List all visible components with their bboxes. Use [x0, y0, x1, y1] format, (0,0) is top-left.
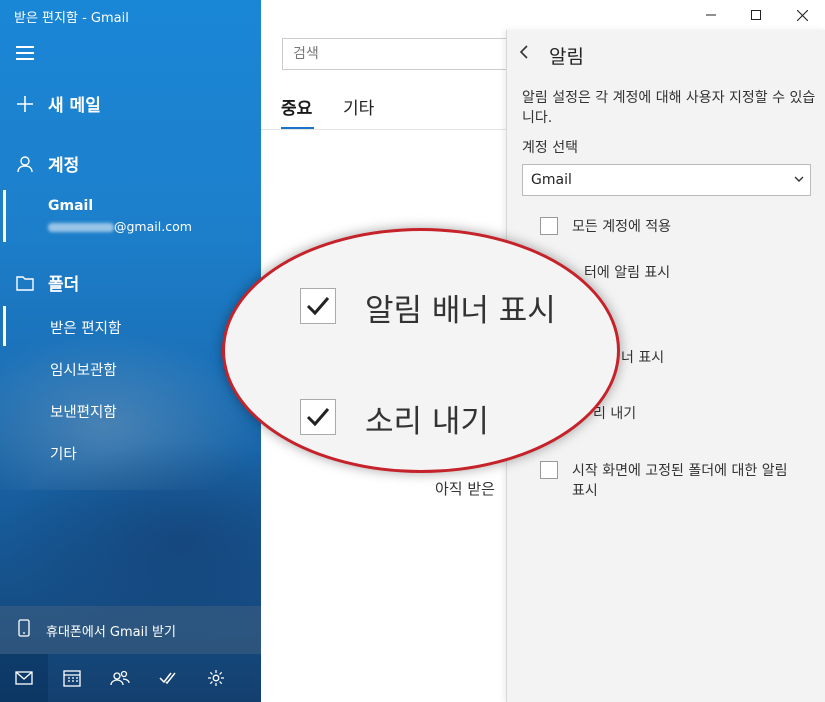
- phone-prompt-label: 휴대폰에서 Gmail 받기: [46, 624, 176, 640]
- magnified-play-sound-label: 소리 내기: [365, 404, 489, 440]
- checkbox-show-banner-checked[interactable]: [300, 288, 336, 324]
- checkbox[interactable]: [540, 217, 558, 235]
- email-domain: @gmail.com: [114, 219, 192, 234]
- folder-icon: [16, 274, 34, 292]
- folder-item-sent[interactable]: 보낸편지함: [50, 401, 117, 422]
- folders-header[interactable]: 폴더: [0, 270, 79, 295]
- minimize-icon[interactable]: [688, 0, 734, 30]
- folder-item-inbox[interactable]: 받은 편지함: [50, 317, 121, 338]
- option-label: 모든 계정에 적용: [572, 219, 672, 235]
- option-label: 시작 화면에 고정된 폴더에 대한 알림 표시: [572, 463, 788, 499]
- account-name[interactable]: Gmail: [48, 198, 93, 214]
- app-switcher-bar: [0, 654, 261, 702]
- close-icon[interactable]: [779, 0, 825, 30]
- account-dropdown-value: Gmail: [531, 172, 572, 188]
- option-apply-all-accounts[interactable]: 모든 계정에 적용: [540, 217, 671, 237]
- todo-icon[interactable]: [144, 654, 192, 702]
- checkbox[interactable]: [540, 461, 558, 479]
- menu-hamburger-icon[interactable]: [16, 46, 34, 60]
- selected-account-indicator: [3, 190, 6, 242]
- checkbox-play-sound-checked[interactable]: [300, 399, 336, 435]
- folders-label: 폴더: [48, 275, 80, 295]
- magnifier-callout: 알림 배너 표시 소리 내기: [222, 228, 620, 473]
- settings-gear-icon[interactable]: [192, 654, 240, 702]
- plus-icon: [16, 95, 34, 113]
- tab-other[interactable]: 기타: [343, 94, 374, 119]
- option-play-sound[interactable]: 리 내기: [593, 404, 636, 424]
- folder-item-other[interactable]: 기타: [50, 443, 77, 464]
- new-mail-label: 새 메일: [48, 96, 101, 116]
- option-label: 너 표시: [621, 350, 665, 366]
- account-dropdown[interactable]: Gmail: [522, 164, 811, 196]
- account-email[interactable]: @gmail.com: [48, 219, 192, 234]
- window-title: 받은 편지함 - Gmail: [14, 11, 129, 26]
- panel-title: 알림: [549, 46, 584, 68]
- option-show-banner[interactable]: 너 표시: [621, 348, 664, 368]
- account-select-label: 계정 선택: [522, 140, 578, 156]
- back-arrow-icon[interactable]: [519, 44, 535, 64]
- panel-description: 알림 설정은 각 계정에 대해 사용자 지정할 수 있습니다.: [522, 90, 816, 126]
- empty-inbox-text: 아직 받은: [435, 480, 495, 498]
- magnified-show-banner-label: 알림 배너 표시: [365, 293, 556, 329]
- phone-icon: [18, 619, 30, 641]
- redacted-email-user: [48, 223, 114, 232]
- person-icon: [16, 155, 34, 173]
- calendar-icon[interactable]: [48, 654, 96, 702]
- option-label: 리 내기: [593, 406, 637, 422]
- tab-divider: [261, 129, 511, 130]
- accounts-label: 계정: [48, 156, 80, 176]
- selected-folder-indicator: [3, 306, 6, 346]
- mail-icon[interactable]: [0, 654, 48, 702]
- people-icon[interactable]: [96, 654, 144, 702]
- new-mail-button[interactable]: 새 메일: [0, 91, 101, 116]
- accounts-header[interactable]: 계정: [0, 151, 79, 176]
- option-show-in-action-center[interactable]: 터에 알림 표시: [584, 263, 670, 283]
- tab-focused[interactable]: 중요: [281, 94, 315, 129]
- option-pinned-folders[interactable]: 시작 화면에 고정된 폴더에 대한 알림 표시: [540, 461, 802, 501]
- chevron-down-icon: [794, 165, 804, 206]
- maximize-icon[interactable]: [733, 0, 779, 30]
- option-label: 터에 알림 표시: [584, 265, 671, 281]
- folder-item-drafts[interactable]: 임시보관함: [50, 359, 117, 380]
- get-gmail-on-phone-button[interactable]: 휴대폰에서 Gmail 받기: [0, 606, 261, 654]
